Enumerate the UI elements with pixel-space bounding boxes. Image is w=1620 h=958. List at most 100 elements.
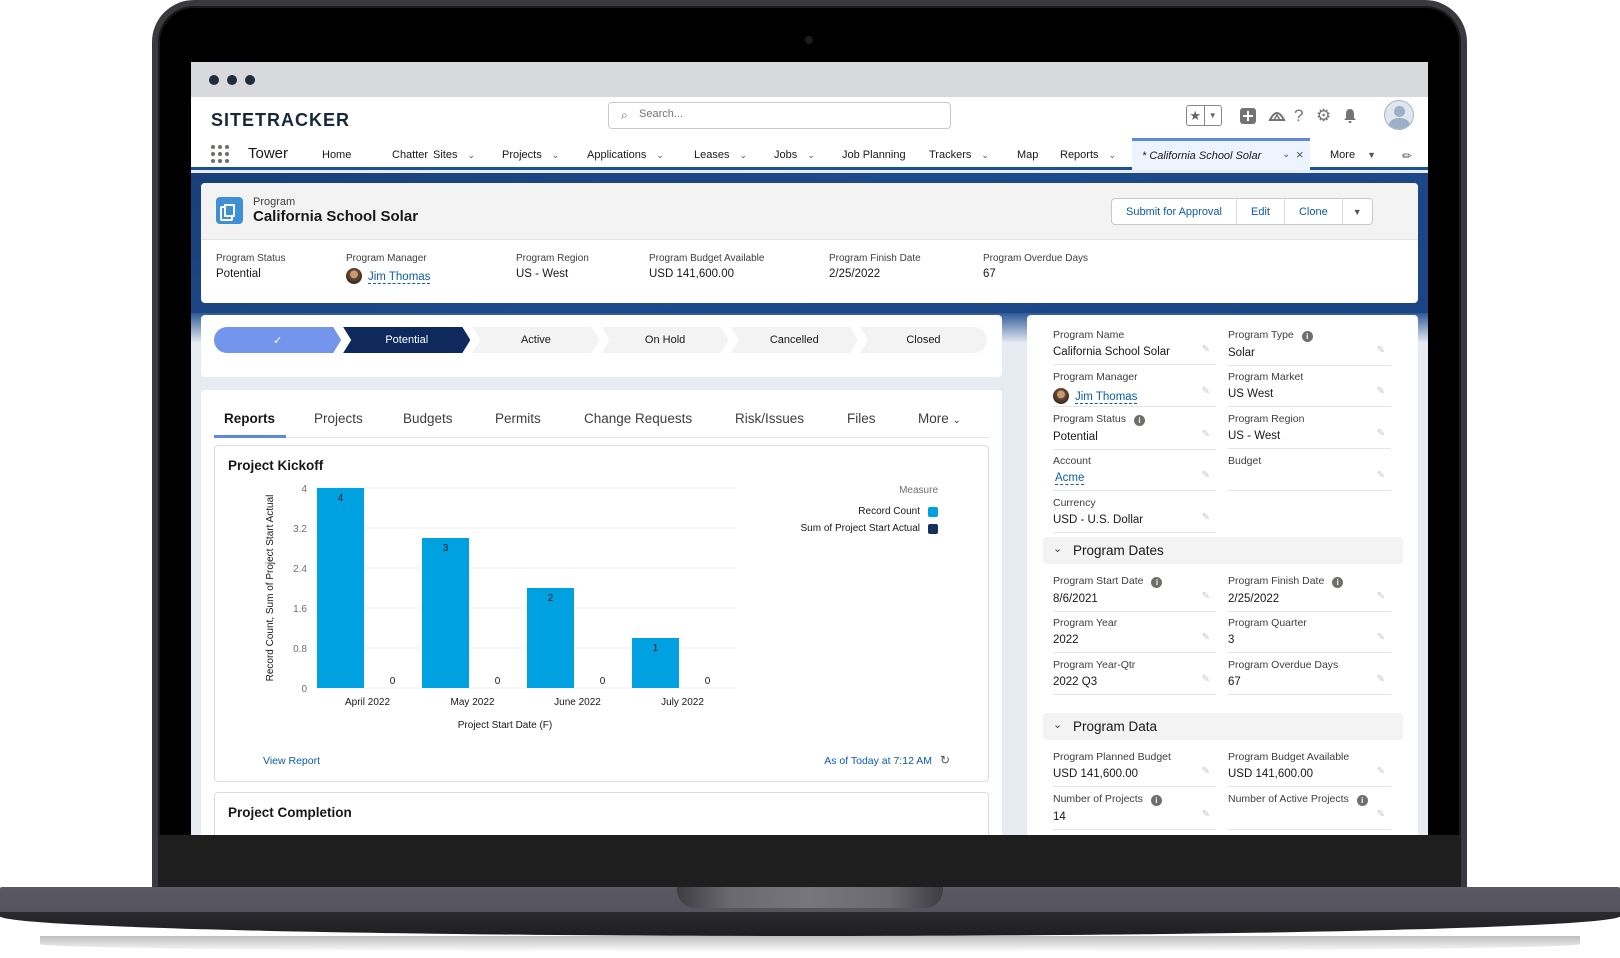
edit-nav-pencil-icon[interactable]: ✏ [1402, 149, 1412, 163]
edit-button[interactable]: Edit [1237, 199, 1285, 224]
manager-link[interactable]: Jim Thomas [368, 271, 431, 284]
trailhead-icon[interactable] [1268, 105, 1286, 127]
nav-item-projects[interactable]: Projects ⌄ [502, 149, 559, 161]
tab-files[interactable]: Files [847, 411, 876, 426]
chevron-down-icon[interactable]: ⌄ [807, 150, 815, 160]
favorites-button[interactable]: ★ ▼ [1186, 105, 1222, 126]
tab-projects[interactable]: Projects [314, 411, 363, 426]
global-add-icon[interactable] [1239, 105, 1257, 127]
edit-pencil-icon[interactable]: ✎ [1377, 591, 1385, 602]
caret-down-icon[interactable]: ▼ [1367, 150, 1376, 160]
nav-item-trackers[interactable]: Trackers ⌄ [929, 149, 989, 161]
info-icon[interactable]: i [1301, 331, 1313, 342]
tab-change-requests[interactable]: Change Requests [584, 411, 692, 426]
edit-pencil-icon[interactable]: ✎ [1202, 632, 1210, 643]
edit-pencil-icon[interactable]: ✎ [1202, 429, 1210, 440]
search-input[interactable] [639, 108, 919, 120]
nav-more[interactable]: More ▼ [1330, 149, 1376, 161]
legend-item-sum-start-actual[interactable]: Sum of Project Start Actual [801, 523, 938, 534]
chevron-down-icon[interactable]: ⌄ [1053, 542, 1062, 555]
edit-pencil-icon[interactable]: ✎ [1377, 809, 1385, 820]
submit-for-approval-button[interactable]: Submit for Approval [1112, 199, 1237, 224]
info-icon[interactable]: i [1133, 415, 1145, 426]
app-launcher-icon[interactable] [211, 145, 229, 163]
edit-pencil-icon[interactable]: ✎ [1202, 809, 1210, 820]
path-stage-closed[interactable]: Closed [859, 327, 988, 353]
global-search[interactable]: ⌕ [608, 102, 951, 129]
section-program-data[interactable]: ⌄ Program Data [1043, 713, 1403, 740]
nav-item-chatter[interactable]: Chatter [392, 149, 428, 161]
path-stage-cancelled[interactable]: Cancelled [731, 327, 858, 353]
refresh-icon[interactable]: ↻ [940, 753, 950, 767]
edit-pencil-icon[interactable]: ✎ [1202, 512, 1210, 523]
user-avatar[interactable] [1384, 100, 1414, 130]
record-link[interactable]: Jim Thomas [1075, 391, 1138, 404]
chevron-down-icon[interactable]: ⌄ [739, 150, 747, 160]
edit-pencil-icon[interactable]: ✎ [1202, 344, 1210, 355]
edit-pencil-icon[interactable]: ✎ [1377, 632, 1385, 643]
chart-legend: Measure Record Count Sum of Project Star… [801, 485, 938, 540]
nav-item-map[interactable]: Map [1017, 149, 1038, 161]
nav-item-home[interactable]: Home [322, 149, 351, 161]
chevron-down-icon[interactable]: ⌄ [1053, 718, 1062, 731]
nav-item-leases[interactable]: Leases ⌄ [694, 149, 747, 161]
view-report-link[interactable]: View Report [263, 755, 320, 767]
tab-risk-issues[interactable]: Risk/Issues [735, 411, 804, 426]
sitetracker-logo[interactable]: SITETRACKER [211, 110, 350, 131]
clone-button[interactable]: Clone [1285, 199, 1343, 224]
window-dot[interactable] [227, 75, 237, 85]
edit-pencil-icon[interactable]: ✎ [1202, 591, 1210, 602]
edit-pencil-icon[interactable]: ✎ [1202, 674, 1210, 685]
legend-item-record-count[interactable]: Record Count [801, 506, 938, 517]
tab-permits[interactable]: Permits [495, 411, 541, 426]
edit-pencil-icon[interactable]: ✎ [1202, 766, 1210, 777]
path-stage-active[interactable]: Active [472, 327, 599, 353]
favorites-dropdown-icon[interactable]: ▼ [1203, 106, 1222, 125]
record-link[interactable]: Acme [1055, 472, 1085, 485]
favorites-star-icon[interactable]: ★ [1187, 106, 1204, 125]
chevron-down-icon[interactable]: ⌄ [1109, 150, 1117, 160]
edit-pencil-icon[interactable]: ✎ [1377, 386, 1385, 397]
close-icon[interactable]: × [1296, 147, 1304, 162]
notifications-bell-icon[interactable] [1343, 105, 1357, 127]
info-icon[interactable]: i [1151, 577, 1163, 588]
chevron-down-icon[interactable]: ⌄ [656, 150, 664, 160]
edit-pencil-icon[interactable]: ✎ [1202, 386, 1210, 397]
chevron-down-icon[interactable]: ⌄ [552, 150, 560, 160]
edit-pencil-icon[interactable]: ✎ [1202, 470, 1210, 481]
chevron-down-icon[interactable]: ⌄ [981, 150, 989, 160]
path-stage-on-hold[interactable]: On Hold [602, 327, 729, 353]
active-tab-label[interactable]: * California School Solar [1142, 150, 1261, 162]
nav-item-sites[interactable]: Sites ⌄ [433, 149, 475, 161]
edit-pencil-icon[interactable]: ✎ [1377, 345, 1385, 356]
window-dot[interactable] [209, 75, 219, 85]
edit-pencil-icon[interactable]: ✎ [1377, 470, 1385, 481]
edit-pencil-icon[interactable]: ✎ [1377, 766, 1385, 777]
info-icon[interactable]: i [1332, 577, 1344, 588]
nav-item-applications[interactable]: Applications ⌄ [587, 149, 664, 161]
tab-reports[interactable]: Reports [224, 411, 275, 426]
bar-record-count[interactable] [422, 538, 469, 688]
path-stage-potential[interactable]: Potential [343, 327, 470, 353]
chevron-down-icon[interactable]: ⌄ [467, 150, 475, 160]
tab-budgets[interactable]: Budgets [403, 411, 453, 426]
edit-pencil-icon[interactable]: ✎ [1377, 428, 1385, 439]
info-icon[interactable]: i [1356, 795, 1368, 806]
bar-record-count[interactable] [317, 488, 364, 688]
nav-item-job-planning[interactable]: Job Planning [842, 149, 906, 161]
path-stage-complete[interactable]: ✓ [214, 327, 341, 353]
y-tick-label: 2.4 [293, 564, 307, 575]
field-label: Budget [1228, 455, 1262, 467]
info-icon[interactable]: i [1150, 795, 1162, 806]
nav-tab-active-record[interactable]: * California School Solar ⌄ × [1132, 138, 1310, 170]
more-actions-dropdown-icon[interactable]: ▼ [1343, 199, 1372, 224]
tab-more[interactable]: More ⌄ [918, 411, 961, 426]
window-dot[interactable] [245, 75, 255, 85]
setup-gear-icon[interactable]: ⚙ [1316, 105, 1331, 127]
help-icon[interactable]: ? [1294, 105, 1303, 127]
chevron-down-icon[interactable]: ⌄ [1282, 149, 1290, 160]
nav-item-reports[interactable]: Reports ⌄ [1060, 149, 1116, 161]
edit-pencil-icon[interactable]: ✎ [1377, 674, 1385, 685]
nav-item-jobs[interactable]: Jobs ⌄ [774, 149, 815, 161]
section-program-dates[interactable]: ⌄ Program Dates [1043, 537, 1403, 564]
